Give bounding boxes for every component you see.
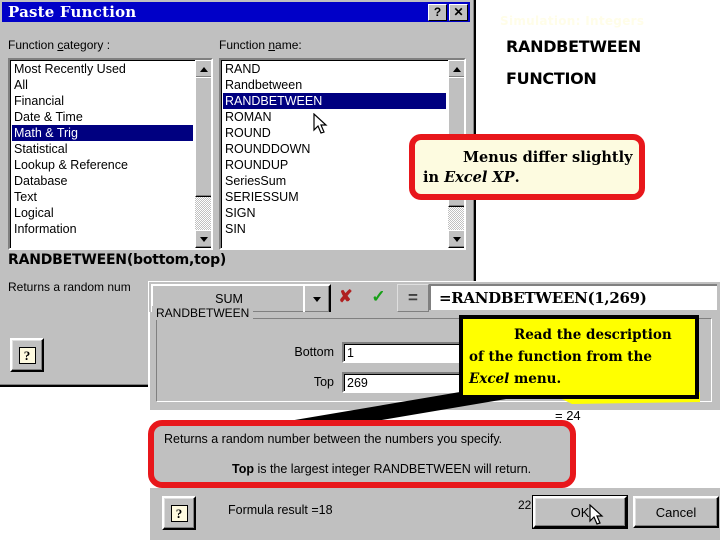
function-category-listbox[interactable]: Most Recently Used All Financial Date & Tim… — [8, 58, 213, 250]
question-mark-icon: ? — [170, 504, 188, 522]
callout-menus-line2-em: Excel XP — [444, 169, 515, 186]
callout-function-description: Returns a random number between the numb… — [148, 420, 576, 488]
function-arguments-bottom-bar: ? Formula result =18 OK Cancel — [148, 488, 720, 540]
callout-menus-line2-pre: in — [423, 169, 445, 186]
category-item-5[interactable]: Statistical — [12, 141, 193, 157]
equals-icon[interactable]: = — [397, 284, 429, 312]
close-icon[interactable]: ✕ — [449, 3, 468, 21]
category-item-10[interactable]: Information — [12, 221, 193, 237]
scroll-up-icon[interactable] — [195, 60, 211, 78]
category-scrollbar[interactable] — [195, 60, 211, 248]
function-item-0[interactable]: RAND — [223, 61, 446, 77]
callout-menus-differ: Menus differ slightly in Excel XP. — [409, 134, 645, 200]
chevron-down-icon[interactable] — [303, 284, 331, 314]
callout-read-description: Read the description of the function fro… — [459, 315, 699, 399]
description-line-2-bold: Top — [232, 462, 254, 476]
callout-menus-line1: Menus differ slightly — [463, 149, 633, 166]
dialog-title: Paste Function — [8, 3, 137, 21]
category-item-0[interactable]: Most Recently Used — [12, 61, 193, 77]
function-name-label: Function name: — [219, 38, 302, 52]
function-item-10[interactable]: SIN — [223, 221, 446, 237]
page-title-line1: RANDBETWEEN — [506, 37, 642, 56]
description-line-2: Top is the largest integer RANDBETWEEN w… — [232, 462, 531, 476]
callout-menus-line2-post: . — [514, 169, 520, 186]
accept-formula-icon[interactable]: ✓ — [362, 284, 395, 310]
category-item-9[interactable]: Logical — [12, 205, 193, 221]
page-title-line2: FUNCTION — [506, 69, 597, 88]
category-item-4[interactable]: Math & Trig — [12, 125, 193, 141]
callout-read-line2: of the function from the — [469, 349, 652, 365]
category-item-6[interactable]: Lookup & Reference — [12, 157, 193, 173]
help-icon[interactable]: ? — [428, 3, 447, 21]
scroll-up-icon[interactable] — [448, 60, 464, 78]
cancel-formula-icon[interactable]: ✘ — [329, 284, 362, 310]
arguments-help-button[interactable]: ? — [162, 496, 196, 530]
ok-button[interactable]: OK — [533, 496, 627, 528]
category-item-7[interactable]: Database — [12, 173, 193, 189]
callout-menus-text: Menus differ slightly in Excel XP. — [415, 140, 639, 188]
category-item-1[interactable]: All — [12, 77, 193, 93]
formula-result-text: Formula result =18 — [228, 503, 333, 517]
function-item-3[interactable]: ROMAN — [223, 109, 446, 125]
arguments-groupbox-title: RANDBETWEEN — [152, 306, 254, 320]
cancel-button[interactable]: Cancel — [633, 496, 719, 528]
dialog-titlebar[interactable]: Paste Function ? ✕ — [2, 2, 470, 22]
function-description-truncated: Returns a random num — [8, 280, 131, 294]
category-item-list: Most Recently Used All Financial Date & Tim… — [12, 61, 193, 237]
category-item-2[interactable]: Financial — [12, 93, 193, 109]
function-category-label: Function category : — [8, 38, 111, 52]
description-line-1: Returns a random number between the numb… — [164, 432, 503, 446]
slide-number: 22 — [518, 498, 532, 512]
screenshot-root: Paste Function ? ✕ Function category : F… — [0, 0, 720, 540]
dialog-help-button[interactable]: ? — [10, 338, 44, 372]
scroll-down-icon[interactable] — [195, 230, 211, 248]
callout-read-line3-em: Excel — [469, 371, 510, 387]
callout-read-text: Read the description of the function fro… — [463, 319, 695, 390]
scroll-down-icon[interactable] — [448, 230, 464, 248]
scrollbar-thumb[interactable] — [195, 77, 211, 197]
category-item-3[interactable]: Date & Time — [12, 109, 193, 125]
callout-read-line1: Read the description — [514, 327, 672, 343]
function-syntax: RANDBETWEEN(bottom,top) — [8, 252, 227, 268]
function-item-2[interactable]: RANDBETWEEN — [223, 93, 446, 109]
formula-input[interactable]: =RANDBETWEEN(1,269) — [429, 284, 717, 310]
argument-label-bottom: Bottom — [294, 345, 334, 359]
argument-label-top: Top — [313, 375, 334, 389]
slide-heading-block: Simulation: Integers RANDBETWEEN FUNCTIO… — [492, 14, 718, 88]
question-mark-icon: ? — [18, 346, 36, 364]
callout-read-line3-post: menu. — [509, 371, 562, 387]
description-line-2-rest: is the largest integer RANDBETWEEN will … — [253, 462, 532, 476]
slide-subtitle-faint: Simulation: Integers — [500, 14, 645, 28]
function-item-1[interactable]: Randbetween — [223, 77, 446, 93]
category-item-8[interactable]: Text — [12, 189, 193, 205]
function-item-9[interactable]: SIGN — [223, 205, 446, 221]
